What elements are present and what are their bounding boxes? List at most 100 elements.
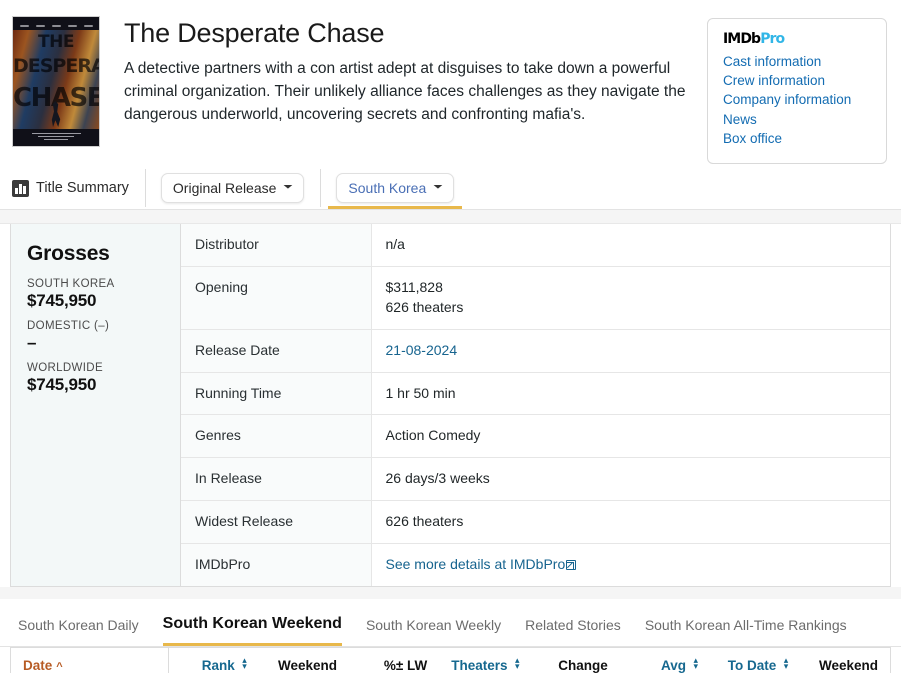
detail-row-in-release: In Release 26 days/3 weeks xyxy=(181,457,890,501)
detail-key: In Release xyxy=(181,457,372,501)
column-header-to-date-label: To Date xyxy=(727,657,777,673)
release-dropdown[interactable]: Original Release ⏷ xyxy=(160,173,305,203)
column-header-theaters[interactable]: Theaters ▴ ▾ xyxy=(439,647,530,673)
tab-south-korean-weekly[interactable]: South Korean Weekly xyxy=(366,617,501,646)
sort-both-icon: ▴ ▾ xyxy=(693,655,698,671)
grosses-label-domestic: DOMESTIC (–) xyxy=(27,320,110,332)
chevron-down-icon: ⏷ xyxy=(433,182,444,193)
poster-billing-block xyxy=(21,133,91,142)
section-gap-lower xyxy=(0,586,901,599)
title-hero: THE DESPERATE CHASE The Desperate Chase … xyxy=(0,0,901,168)
poster-artwork: THE DESPERATE CHASE xyxy=(13,30,99,129)
grosses-heading: Grosses xyxy=(27,242,110,265)
region-dropdown-cell: South Korea ⏷ xyxy=(320,167,470,209)
imdbpro-link-boxoffice[interactable]: Box office xyxy=(723,130,871,148)
sort-both-icon: ▴ ▾ xyxy=(783,655,789,671)
column-header-to-date[interactable]: To Date ▴ ▾ xyxy=(710,647,801,673)
region-dropdown[interactable]: South Korea ⏷ xyxy=(336,173,455,203)
table-header-row: Date ^ Rank ▴ ▾ Weekend %± LW Theaters ▴ ▾ Ch… xyxy=(10,647,891,673)
column-header-date-label: Date xyxy=(23,657,53,673)
title-summary-item[interactable]: Title Summary xyxy=(12,167,145,209)
detail-value: 26 days/3 weeks xyxy=(385,470,490,487)
poster-credits-strip xyxy=(16,21,96,30)
release-dropdown-cell: Original Release ⏷ xyxy=(144,167,321,209)
grosses-label-worldwide: WORLDWIDE xyxy=(27,362,103,374)
detail-key: Opening xyxy=(181,266,372,330)
column-header-weekend-number: Weekend xyxy=(800,647,891,673)
movie-poster[interactable]: THE DESPERATE CHASE xyxy=(12,16,100,147)
column-header-change: Change xyxy=(529,647,620,673)
detail-row-imdbpro: IMDbPro See more details at IMDbPro xyxy=(181,543,890,586)
detail-key: Release Date xyxy=(181,329,372,372)
release-date-link[interactable]: 21-08-2024 xyxy=(386,342,458,358)
weekend-box-office-table: Date ^ Rank ▴ ▾ Weekend %± LW Theaters ▴ ▾ Ch… xyxy=(10,646,891,673)
detail-value: n/a xyxy=(385,236,405,252)
poster-word-1: THE xyxy=(38,32,74,52)
imdbpro-details-link[interactable]: See more details at IMDbPro xyxy=(386,556,577,572)
tab-south-korean-weekend[interactable]: South Korean Weekend xyxy=(162,615,343,646)
grosses-label-south-korea: SOUTH KOREA xyxy=(27,278,115,290)
grosses-value-worldwide: $745,950 xyxy=(27,375,97,394)
grosses-panel: Grosses SOUTH KOREA $745,950 DOMESTIC (–… xyxy=(11,224,181,586)
detail-row-distributor: Distributor n/a xyxy=(181,224,890,267)
title-summary-label: Title Summary xyxy=(36,180,129,196)
sort-both-icon: ▴ ▾ xyxy=(242,655,247,671)
imdbpro-panel: IMDbPro Cast information Crew informatio… xyxy=(707,18,887,165)
report-tabs: South Korean Daily South Korean Weekend … xyxy=(0,599,901,647)
detail-key: IMDbPro xyxy=(181,543,372,586)
imdbpro-link-news[interactable]: News xyxy=(723,111,871,129)
opening-theaters: 626 theaters xyxy=(385,298,464,315)
detail-key: Distributor xyxy=(181,224,372,267)
external-link-icon xyxy=(566,560,577,570)
column-header-pct-lw: %± LW xyxy=(349,647,440,673)
detail-value: Action Comedy xyxy=(385,427,481,444)
movie-synopsis: A detective partners with a con artist a… xyxy=(124,60,686,123)
detail-value: 626 theaters xyxy=(385,513,464,530)
detail-row-running-time: Running Time 1 hr 50 min xyxy=(181,372,890,415)
detail-value: 1 hr 50 min xyxy=(385,384,456,401)
detail-row-genres: Genres Action Comedy xyxy=(181,414,890,458)
imdbpro-logo-main: IMDb xyxy=(723,31,761,47)
sort-both-icon: ▴ ▾ xyxy=(515,655,520,671)
tab-south-korean-daily[interactable]: South Korean Daily xyxy=(18,617,139,646)
chevron-down-icon: ⏷ xyxy=(283,182,294,193)
column-header-theaters-label: Theaters xyxy=(451,657,508,673)
detail-key: Genres xyxy=(181,414,372,458)
grosses-value-south-korea: $745,950 xyxy=(27,291,97,310)
region-dropdown-label: South Korea xyxy=(348,180,427,196)
weekend-table-wrap: Date ^ Rank ▴ ▾ Weekend %± LW Theaters ▴ ▾ Ch… xyxy=(0,646,901,673)
detail-row-opening: Opening $311,828 626 theaters xyxy=(181,266,890,330)
summary-panel: Grosses SOUTH KOREA $745,950 DOMESTIC (–… xyxy=(10,224,891,587)
column-header-avg-label: Avg xyxy=(660,657,686,673)
detail-value: 21-08-2024 xyxy=(371,329,890,372)
section-gap xyxy=(0,210,901,224)
poster-word-2: DESPERATE xyxy=(13,55,99,77)
title-details-table: Distributor n/a Opening $311,828 626 the… xyxy=(181,224,890,586)
tab-related-stories[interactable]: Related Stories xyxy=(525,617,621,646)
title-info: The Desperate Chase A detective partners… xyxy=(100,16,700,168)
imdbpro-logo-suffix: Pro xyxy=(760,31,785,47)
column-header-date[interactable]: Date ^ xyxy=(10,647,169,673)
opening-gross: $311,828 xyxy=(385,278,443,295)
release-dropdown-label: Original Release xyxy=(172,180,277,196)
bar-chart-icon xyxy=(12,179,29,197)
column-header-avg[interactable]: Avg ▴ ▾ xyxy=(619,647,710,673)
column-header-rank[interactable]: Rank ▴ ▾ xyxy=(168,647,259,673)
detail-key: Widest Release xyxy=(181,500,372,544)
detail-row-release-date: Release Date 21-08-2024 xyxy=(181,329,890,372)
tab-all-time-rankings[interactable]: South Korean All-Time Rankings xyxy=(645,617,847,646)
view-controls-bar: Title Summary Original Release ⏷ South K… xyxy=(0,168,901,210)
imdbpro-link-company[interactable]: Company information xyxy=(723,91,871,109)
sort-asc-icon: ^ xyxy=(56,660,63,673)
imdbpro-details-link-label: See more details at IMDbPro xyxy=(385,556,566,572)
column-header-weekend: Weekend xyxy=(258,647,349,673)
detail-key: Running Time xyxy=(181,372,372,415)
detail-row-widest-release: Widest Release 626 theaters xyxy=(181,500,890,544)
detail-value: $311,828 626 theaters xyxy=(371,266,890,329)
page-title: The Desperate Chase xyxy=(124,18,385,48)
column-header-rank-label: Rank xyxy=(201,657,235,673)
imdbpro-link-crew[interactable]: Crew information xyxy=(723,72,871,90)
grosses-value-domestic: – xyxy=(27,333,37,352)
imdbpro-logo: IMDbPro xyxy=(723,32,871,46)
imdbpro-link-cast[interactable]: Cast information xyxy=(723,53,871,71)
